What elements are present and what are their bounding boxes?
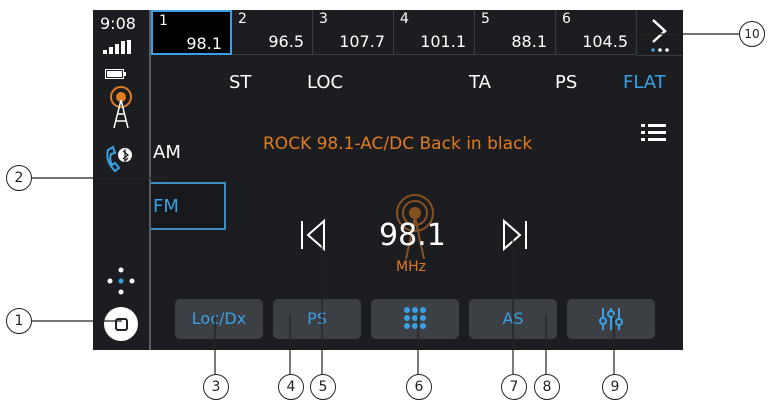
flag-loc: LOC [307,72,344,93]
preset-number: 6 [562,11,571,27]
preset-number: 3 [319,11,328,27]
flag-st: ST [229,72,252,93]
keypad-button[interactable] [371,299,459,339]
keypad-icon [404,307,426,329]
station-info: ROCK 98.1-AC/DC Back in black [263,134,533,154]
rds-flags: ST LOC TA PS FLAT [151,72,683,98]
preset-6[interactable]: 6 104.5 [556,10,637,55]
chevron-right-icon [651,19,669,52]
list-menu-icon[interactable] [641,122,667,144]
preset-frequency: 88.1 [511,32,547,51]
callout-9: 9 [602,374,628,400]
ps-button[interactable]: PS [273,299,361,339]
preset-frequency: 96.5 [268,32,304,51]
preset-5[interactable]: 5 88.1 [475,10,556,55]
preset-4[interactable]: 4 101.1 [394,10,475,55]
callout-3: 3 [203,374,229,400]
preset-bar: 1 98.1 2 96.5 3 107.7 4 101.1 5 88.1 6 1… [151,10,683,56]
preset-number: 2 [238,11,247,27]
equalizer-icon [599,308,623,330]
frequency-unit: MHz [396,259,426,275]
as-button[interactable]: AS [469,299,557,339]
equalizer-button[interactable] [567,299,655,339]
callout-10: 10 [739,21,765,47]
seek-next-icon[interactable] [498,218,530,252]
seek-previous-icon[interactable] [298,218,330,252]
preset-number: 1 [159,13,168,29]
preset-number: 4 [400,11,409,27]
callout-5: 5 [310,374,336,400]
preset-2[interactable]: 2 96.5 [232,10,313,55]
callout-2: 2 [6,165,32,191]
home-button[interactable] [104,307,138,341]
preset-frequency: 104.5 [582,32,628,51]
radio-tower-icon [110,86,132,129]
next-presets-button[interactable] [637,10,683,56]
status-sidebar: 9:08 [93,10,151,350]
callout-1: 1 [6,308,32,334]
band-am[interactable]: AM [153,142,181,163]
battery-icon [105,69,126,79]
apps-dots-icon[interactable] [107,267,135,295]
current-frequency: 98.1 [379,218,446,253]
preset-frequency: 98.1 [186,34,222,53]
band-fm[interactable]: FM [151,182,226,230]
callout-6: 6 [406,374,432,400]
signal-strength-icon [103,40,131,54]
callout-7: 7 [501,374,527,400]
flag-flat: FLAT [623,72,666,93]
bluetooth-phone-icon[interactable] [103,145,135,175]
clock: 9:08 [100,14,136,33]
flag-ta: TA [469,72,491,93]
head-unit-screen: 9:08 1 98.1 2 96.5 3 107.7 4 101.1 5 88.… [93,10,683,350]
preset-number: 5 [481,11,490,27]
flag-ps: PS [555,72,578,93]
callout-8: 8 [534,374,560,400]
preset-3[interactable]: 3 107.7 [313,10,394,55]
preset-frequency: 101.1 [420,32,466,51]
preset-1[interactable]: 1 98.1 [151,10,232,55]
preset-frequency: 107.7 [339,32,385,51]
loc-dx-button[interactable]: Loc/Dx [175,299,263,339]
callout-4: 4 [278,374,304,400]
